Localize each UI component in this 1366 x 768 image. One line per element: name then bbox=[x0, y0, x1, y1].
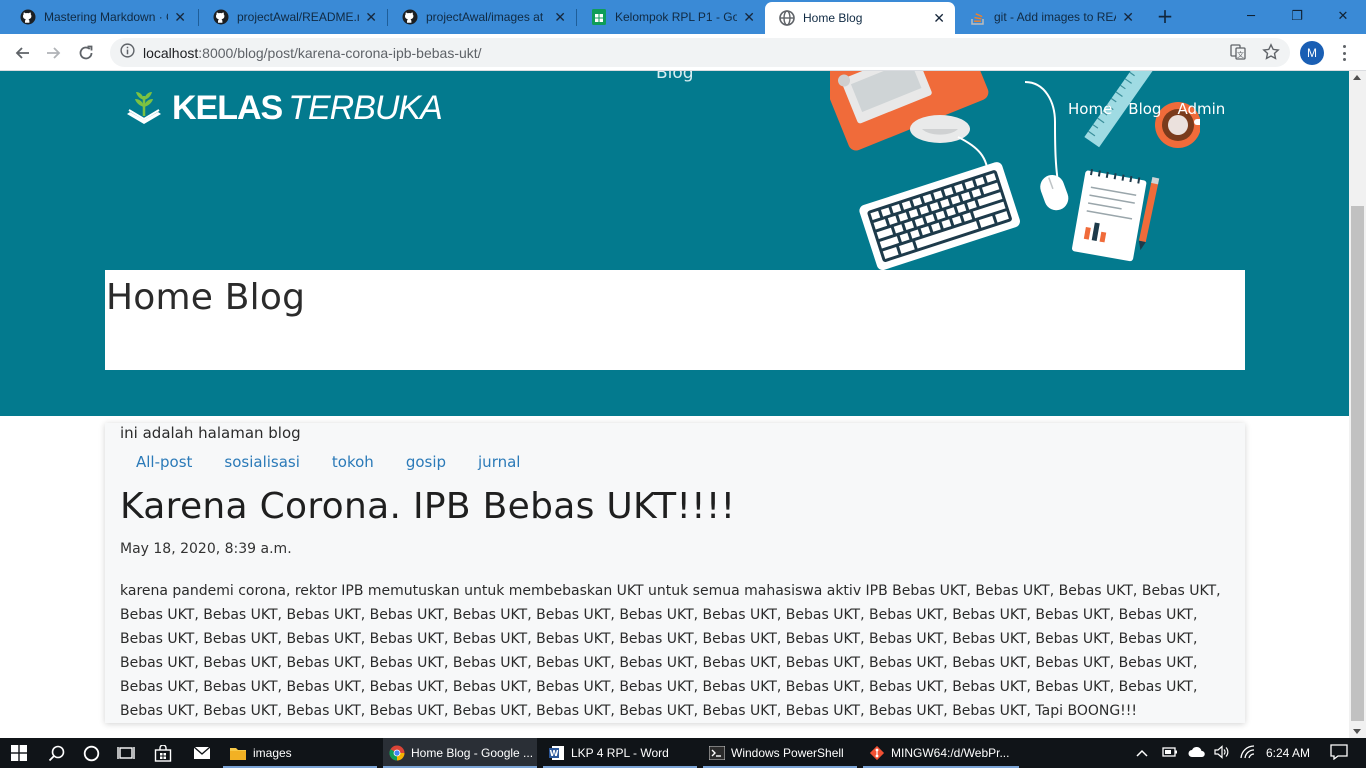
logo-text-light: TERBUKA bbox=[288, 88, 443, 127]
nav-home-link[interactable]: Home bbox=[1068, 100, 1112, 118]
translate-icon[interactable]: 文 bbox=[1230, 44, 1246, 64]
taskbar-clock[interactable]: 6:24 AM bbox=[1266, 746, 1310, 760]
menu-kebab-icon[interactable] bbox=[1336, 42, 1352, 64]
info-icon[interactable] bbox=[120, 43, 135, 62]
mail-button[interactable] bbox=[182, 738, 222, 768]
logo-text-bold: KELAS bbox=[172, 88, 283, 127]
windows-logo-icon bbox=[11, 745, 27, 761]
battery-icon[interactable] bbox=[1162, 746, 1178, 761]
address-bar[interactable]: localhost:8000/blog/post/karena-corona-i… bbox=[110, 38, 1290, 67]
sheets-icon bbox=[591, 9, 607, 25]
svg-text:W: W bbox=[550, 749, 559, 758]
post-date: May 18, 2020, 8:39 a.m. bbox=[120, 541, 292, 557]
category-sosialisasi[interactable]: sosialisasi bbox=[224, 453, 300, 471]
browser-tab-1[interactable]: projectAwal/README.m ✕ bbox=[199, 2, 387, 32]
browser-toolbar: localhost:8000/blog/post/karena-corona-i… bbox=[0, 34, 1366, 71]
scroll-up-icon bbox=[1353, 75, 1361, 80]
restore-button[interactable]: ❐ bbox=[1274, 0, 1320, 32]
back-button[interactable] bbox=[8, 39, 36, 67]
browser-tab-strip: Mastering Markdown · G ✕ projectAwal/REA… bbox=[0, 0, 1366, 34]
system-tray: 6:24 AM bbox=[1136, 738, 1348, 768]
hero-banner: Blog KELAS TERBUKA Home Blog Admin Home … bbox=[0, 71, 1349, 416]
blog-intro: ini adalah halaman blog bbox=[120, 424, 301, 442]
page-title-card: Home Blog bbox=[105, 270, 1245, 370]
nav-blog-link[interactable]: Blog bbox=[1128, 100, 1161, 118]
browser-tab-5[interactable]: git - Add images to REA ✕ bbox=[956, 2, 1144, 32]
main-nav: Home Blog Admin bbox=[1068, 100, 1225, 118]
blog-content-card: ini adalah halaman blog All-post sosiali… bbox=[105, 423, 1245, 723]
star-icon[interactable] bbox=[1262, 43, 1280, 65]
browser-tab-3[interactable]: Kelompok RPL P1 - Goo ✕ bbox=[577, 2, 765, 32]
onedrive-cloud-icon[interactable] bbox=[1188, 746, 1206, 761]
site-logo[interactable]: KELAS TERBUKA bbox=[124, 88, 443, 128]
browser-tab-4-active[interactable]: Home Blog ✕ bbox=[765, 2, 955, 34]
scrollbar-thumb[interactable] bbox=[1351, 206, 1364, 721]
profile-avatar[interactable]: M bbox=[1300, 41, 1324, 65]
hero-blog-label: Blog bbox=[656, 71, 694, 83]
search-icon bbox=[48, 745, 64, 761]
folder-icon bbox=[230, 748, 246, 760]
scroll-down-icon bbox=[1353, 729, 1361, 734]
powershell-icon bbox=[709, 746, 725, 760]
cortana-circle-icon bbox=[83, 745, 99, 761]
page-viewport: Blog KELAS TERBUKA Home Blog Admin Home … bbox=[0, 71, 1366, 738]
page-title: Home Blog bbox=[106, 277, 306, 318]
close-window-button[interactable]: ✕ bbox=[1320, 0, 1366, 32]
category-list: All-post sosialisasi tokoh gosip jurnal bbox=[136, 453, 1230, 471]
url-text: localhost:8000/blog/post/karena-corona-i… bbox=[143, 44, 482, 61]
task-view-button[interactable] bbox=[108, 738, 144, 768]
arrow-right-icon bbox=[47, 47, 61, 59]
category-all-post[interactable]: All-post bbox=[136, 453, 192, 471]
github-icon bbox=[213, 9, 229, 25]
mail-icon bbox=[193, 746, 211, 759]
wifi-icon[interactable] bbox=[1240, 744, 1256, 762]
nav-admin-link[interactable]: Admin bbox=[1177, 100, 1225, 118]
browser-tab-2[interactable]: projectAwal/images at ✕ bbox=[388, 2, 576, 32]
book-sprout-icon bbox=[127, 92, 161, 124]
taskbar-app-images[interactable]: images bbox=[223, 738, 377, 768]
notifications-icon[interactable] bbox=[1330, 743, 1348, 763]
forward-button[interactable] bbox=[40, 39, 68, 67]
github-icon bbox=[402, 9, 418, 25]
tray-chevron-up-icon[interactable] bbox=[1136, 746, 1148, 760]
volume-icon[interactable] bbox=[1214, 744, 1230, 762]
post-title: Karena Corona. IPB Bebas UKT!!!! bbox=[120, 486, 736, 527]
word-icon: W bbox=[549, 746, 564, 760]
globe-icon bbox=[779, 10, 795, 26]
task-view-icon bbox=[117, 747, 135, 759]
tab-close-icon[interactable]: ✕ bbox=[174, 9, 186, 26]
store-bag-icon bbox=[154, 744, 172, 762]
new-tab-button[interactable]: + bbox=[1154, 6, 1176, 28]
tab-close-icon[interactable]: ✕ bbox=[365, 9, 377, 26]
taskbar-app-powershell[interactable]: Windows PowerShell bbox=[703, 738, 857, 768]
search-button[interactable] bbox=[38, 738, 74, 768]
git-icon bbox=[869, 745, 885, 761]
store-button[interactable] bbox=[144, 738, 182, 768]
tab-close-icon[interactable]: ✕ bbox=[1122, 9, 1134, 26]
arrow-left-icon bbox=[15, 47, 29, 59]
taskbar-app-word[interactable]: W LKP 4 RPL - Word bbox=[543, 738, 697, 768]
post-body: karena pandemi corona, rektor IPB memutu… bbox=[120, 583, 1221, 719]
page-scrollbar[interactable] bbox=[1349, 71, 1366, 738]
minimize-button[interactable]: ─ bbox=[1228, 0, 1274, 32]
tab-close-icon[interactable]: ✕ bbox=[933, 10, 945, 27]
taskbar-app-chrome[interactable]: Home Blog - Google ... bbox=[383, 738, 537, 768]
reload-icon bbox=[79, 45, 93, 60]
svg-text:文: 文 bbox=[1237, 50, 1244, 59]
taskbar-app-mingw[interactable]: MINGW64:/d/WebPr... bbox=[863, 738, 1019, 768]
tab-close-icon[interactable]: ✕ bbox=[743, 9, 755, 26]
category-jurnal[interactable]: jurnal bbox=[478, 453, 520, 471]
tab-close-icon[interactable]: ✕ bbox=[554, 9, 566, 26]
github-icon bbox=[20, 9, 36, 25]
start-button[interactable] bbox=[0, 738, 38, 768]
chrome-icon bbox=[389, 745, 405, 761]
cortana-button[interactable] bbox=[74, 738, 108, 768]
windows-taskbar: images Home Blog - Google ... W LKP 4 RP… bbox=[0, 738, 1366, 768]
browser-tab-0[interactable]: Mastering Markdown · G ✕ bbox=[6, 2, 196, 32]
category-gosip[interactable]: gosip bbox=[406, 453, 446, 471]
category-tokoh[interactable]: tokoh bbox=[332, 453, 374, 471]
reload-button[interactable] bbox=[72, 39, 100, 67]
stackoverflow-icon bbox=[970, 9, 986, 25]
